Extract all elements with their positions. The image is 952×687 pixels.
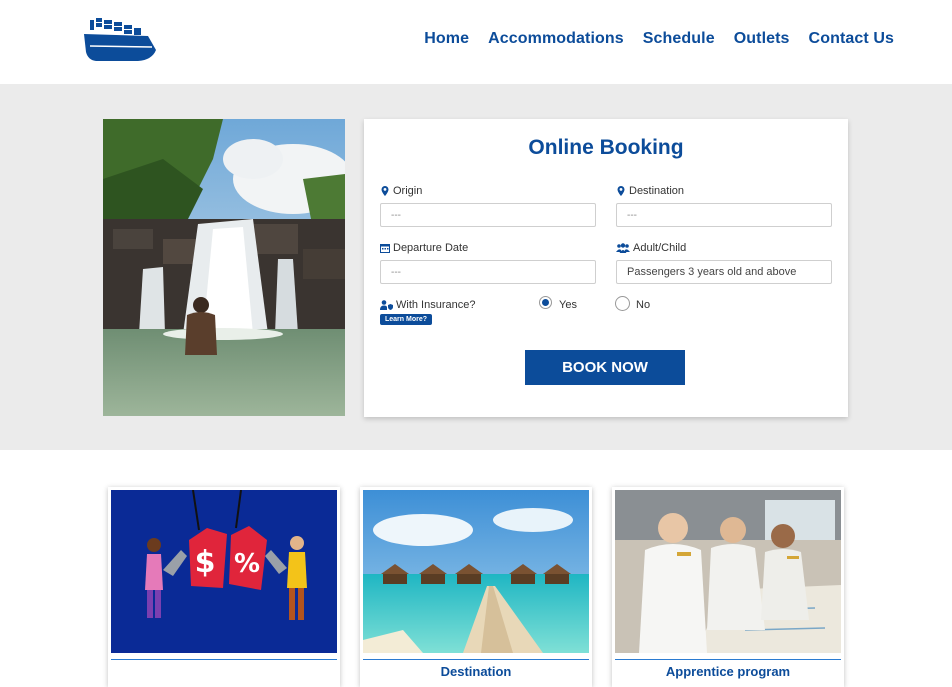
tile-divider xyxy=(363,659,589,660)
promo-tile[interactable]: $ % xyxy=(108,487,340,687)
tile-divider xyxy=(615,659,841,660)
nav-contact-us[interactable]: Contact Us xyxy=(809,30,894,48)
hero-section: Online Booking Origin --- Destination --… xyxy=(0,84,952,450)
insurance-no-label: No xyxy=(636,299,651,311)
user-shield-icon xyxy=(380,300,393,310)
apprentice-tile[interactable]: Apprentice program xyxy=(612,487,844,687)
departure-date-label: Departure Date xyxy=(380,242,468,254)
nav-accommodations[interactable]: Accommodations xyxy=(488,30,624,48)
online-booking-card: Online Booking Origin --- Destination --… xyxy=(364,119,848,417)
adult-child-select[interactable]: Passengers 3 years old and above xyxy=(616,260,832,284)
learn-more-button[interactable]: Learn More? xyxy=(380,314,433,325)
departure-date-field[interactable]: --- xyxy=(380,260,596,284)
booking-title: Online Booking xyxy=(528,136,684,159)
nav-schedule[interactable]: Schedule xyxy=(643,30,715,48)
main-nav: Home Accommodations Schedule Outlets Con… xyxy=(424,30,894,48)
origin-label: Origin xyxy=(380,185,422,197)
adult-child-label: Adult/Child xyxy=(616,242,686,254)
svg-text:$: $ xyxy=(195,545,216,580)
insurance-no-radio[interactable] xyxy=(615,296,630,311)
insurance-yes-radio[interactable] xyxy=(539,296,552,309)
book-now-button[interactable]: BOOK NOW xyxy=(525,350,685,385)
destination-field[interactable]: --- xyxy=(616,203,832,227)
nav-outlets[interactable]: Outlets xyxy=(734,30,790,48)
origin-field[interactable]: --- xyxy=(380,203,596,227)
beach-resort-image xyxy=(363,490,589,653)
waterfall-photo xyxy=(103,119,345,416)
destination-label: Destination xyxy=(616,185,684,197)
nav-home[interactable]: Home xyxy=(424,30,469,48)
insurance-yes-label: Yes xyxy=(559,299,577,311)
users-icon xyxy=(616,243,630,253)
svg-text:%: % xyxy=(234,549,260,579)
crew-officers-image xyxy=(615,490,841,653)
promo-price-tags-image: $ % xyxy=(111,490,337,653)
map-marker-icon xyxy=(617,186,625,196)
insurance-label: With Insurance? xyxy=(380,299,475,311)
site-header: Home Accommodations Schedule Outlets Con… xyxy=(0,0,952,84)
ship-logo-icon[interactable] xyxy=(82,16,158,64)
tile-divider xyxy=(111,659,337,660)
destination-tile[interactable]: Destination xyxy=(360,487,592,687)
calendar-icon xyxy=(380,244,390,253)
map-marker-icon xyxy=(381,186,389,196)
